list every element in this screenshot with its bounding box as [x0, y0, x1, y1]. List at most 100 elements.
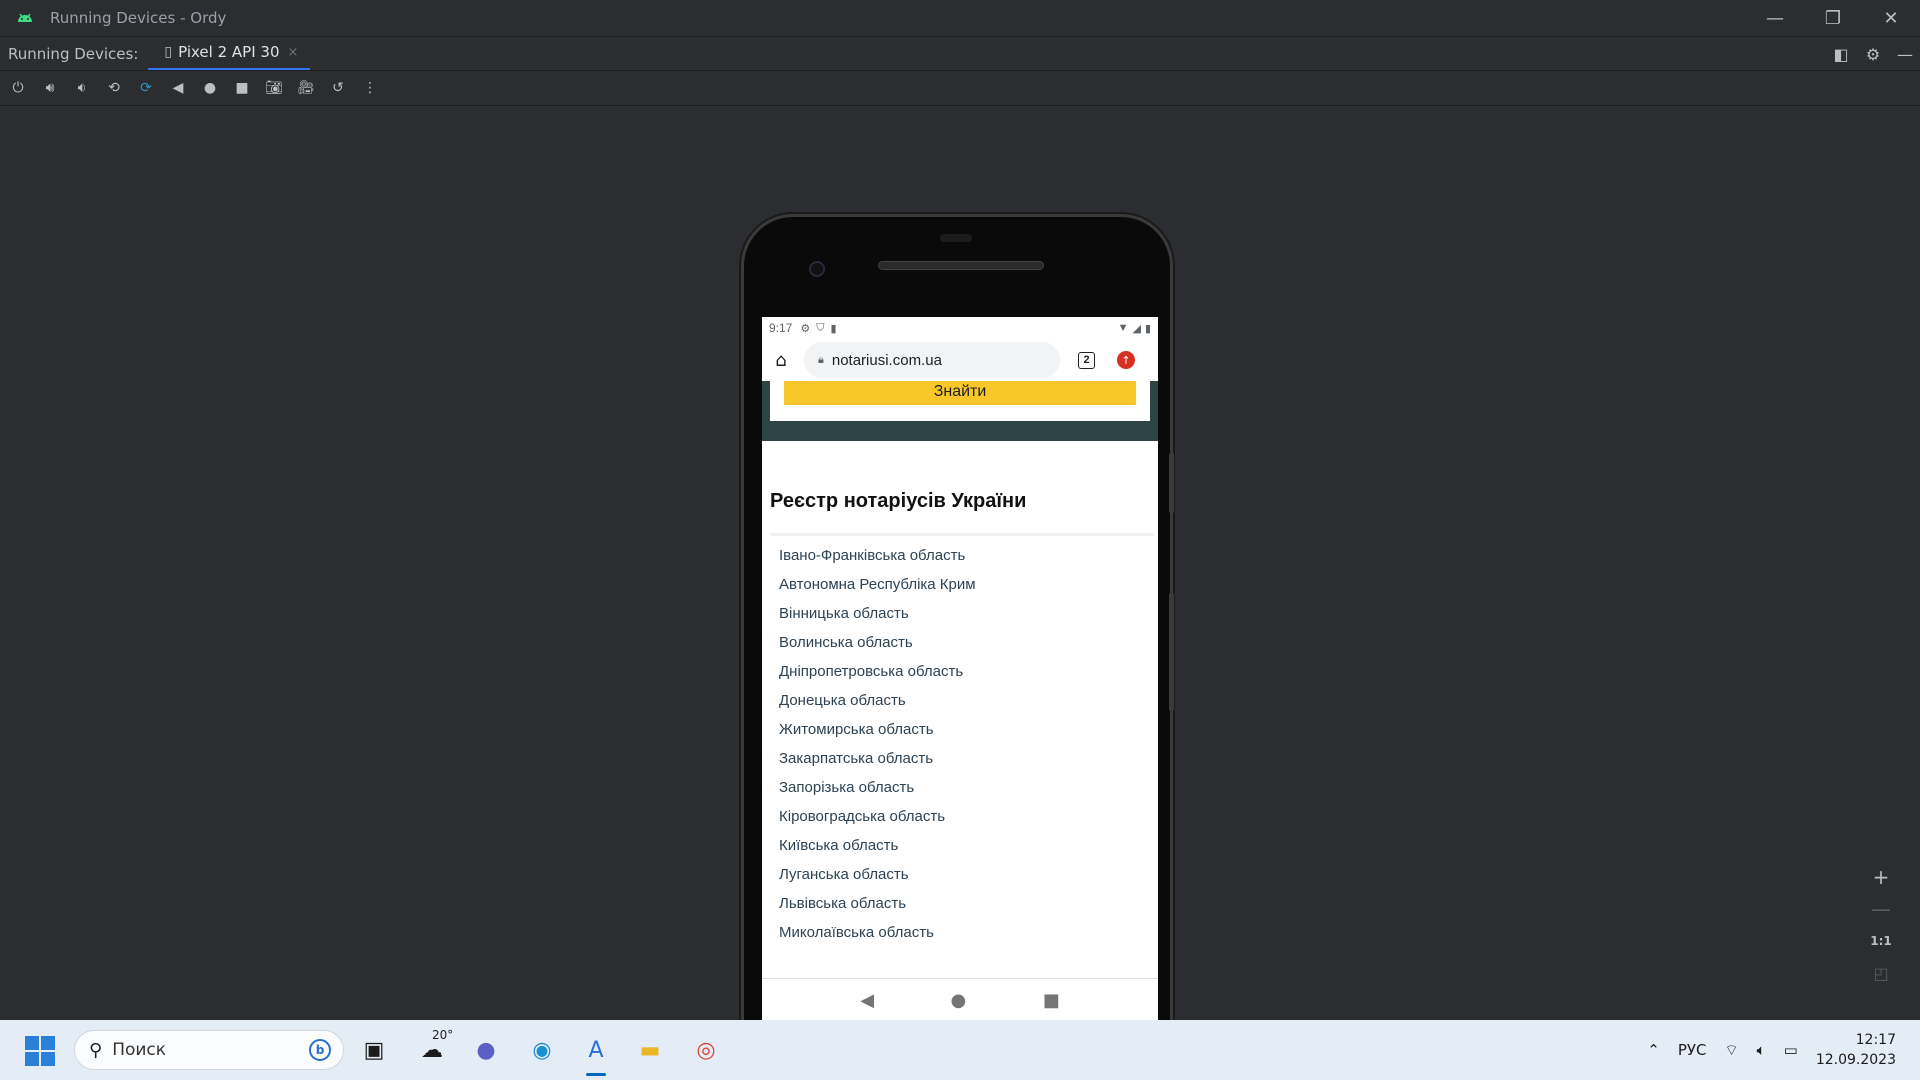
wifi-tray-icon[interactable]: ⌔	[1725, 1041, 1739, 1060]
power-side-button	[1169, 453, 1174, 513]
region-list: Івано-Франківська область Автономна Респ…	[762, 546, 1158, 952]
region-link[interactable]: Київська область	[779, 836, 1158, 865]
url-bar[interactable]: 🔒︎ notariusi.com.ua	[804, 342, 1060, 378]
home-icon[interactable]: ●	[200, 78, 220, 98]
search-placeholder: Поиск	[112, 1040, 167, 1060]
input-language[interactable]: РУС	[1678, 1041, 1707, 1059]
search-submit-button[interactable]: Знайти	[784, 381, 1136, 405]
lock-icon: 🔒︎	[818, 353, 824, 366]
taskbar-clock[interactable]: 12:17 12.09.2023	[1816, 1030, 1896, 1070]
zoom-in-button[interactable]: +	[1873, 865, 1890, 889]
phone-screen[interactable]: 9:17 ⚙ ⛉ ▮ ▼ ◢ ▮ ⌂ 🔒︎ notariusi.com.ua 2…	[762, 317, 1158, 1022]
battery-icon: ▮	[1144, 322, 1151, 335]
overview-icon[interactable]: ■	[232, 78, 252, 98]
earpiece-speaker	[878, 261, 1044, 270]
actual-size-button[interactable]: 1:1	[1870, 930, 1892, 952]
region-link[interactable]: Автономна Республіка Крим	[779, 575, 1158, 604]
fit-screen-icon[interactable]: ◰	[1873, 962, 1888, 984]
bing-icon[interactable]: b	[309, 1039, 331, 1061]
back-icon[interactable]: ◀	[168, 78, 188, 98]
region-link[interactable]: Луганська область	[779, 865, 1158, 894]
gear-icon[interactable]: ⚙	[1864, 45, 1882, 64]
chrome-browser-icon[interactable]: ◎	[688, 1032, 724, 1068]
registry-heading: Реєстр нотаріусів України	[770, 490, 1027, 512]
android-status-bar: 9:17 ⚙ ⛉ ▮ ▼ ◢ ▮	[762, 317, 1158, 339]
settings-notification-icon: ⚙	[800, 322, 811, 335]
layout-icon[interactable]: ◧	[1832, 45, 1850, 64]
edge-browser-icon[interactable]: ◉	[524, 1032, 560, 1068]
status-time: 9:17	[769, 321, 793, 335]
teams-chat-icon[interactable]: ●	[468, 1032, 504, 1068]
region-link[interactable]: Житомирська область	[779, 720, 1158, 749]
region-link[interactable]: Запорізька область	[779, 778, 1158, 807]
minimize-button[interactable]: —	[1746, 0, 1804, 36]
browser-home-icon[interactable]: ⌂	[770, 349, 792, 371]
zoom-out-button[interactable]: —	[1871, 897, 1891, 921]
reset-icon[interactable]: ↺	[328, 78, 348, 98]
web-page: Знайти Реєстр нотаріусів України Івано-Ф…	[762, 381, 1158, 958]
shield-notification-icon: ⛉	[816, 321, 825, 334]
android-studio-icon	[18, 13, 32, 22]
top-slot	[940, 234, 972, 242]
running-devices-label: Running Devices:	[8, 44, 139, 63]
task-view-icon[interactable]: ▣	[356, 1032, 392, 1068]
tab-close-icon[interactable]: ×	[288, 45, 299, 60]
title-bar: Running Devices - Ordy — ❐ ✕	[0, 0, 1920, 36]
restore-button[interactable]: ❐	[1804, 0, 1862, 36]
power-icon[interactable]: ⏻	[8, 78, 28, 98]
battery-tray-icon[interactable]: ▭	[1784, 1041, 1798, 1059]
clock-date: 12.09.2023	[1815, 1052, 1896, 1068]
nav-recents-icon[interactable]: ■	[1043, 990, 1060, 1011]
region-link[interactable]: Донецька область	[779, 691, 1158, 720]
weather-temperature: 20°	[432, 1028, 454, 1042]
nav-back-icon[interactable]: ◀	[860, 990, 874, 1011]
url-text: notariusi.com.ua	[831, 351, 942, 369]
rotate-right-icon[interactable]: ⟳	[136, 78, 156, 98]
system-tray: ⌃ РУС ⌔ 🔈︎ ▭ 12:17 12.09.2023	[1647, 1020, 1920, 1080]
window-title: Running Devices - Ordy	[50, 9, 227, 27]
android-studio-taskbar-icon[interactable]: A	[578, 1032, 614, 1076]
device-display-area: 9:17 ⚙ ⛉ ▮ ▼ ◢ ▮ ⌂ 🔒︎ notariusi.com.ua 2…	[0, 106, 1920, 1080]
chrome-update-icon[interactable]: ↑	[1117, 351, 1135, 369]
signal-icon: ◢	[1132, 322, 1141, 335]
taskbar-search[interactable]: ⚲ Поиск b	[74, 1030, 344, 1070]
search-hero-section: Знайти	[762, 381, 1158, 441]
camera-icon[interactable]: 📷︎	[264, 78, 284, 98]
file-explorer-icon[interactable]: ▬	[632, 1032, 668, 1068]
search-icon: ⚲	[89, 1039, 103, 1061]
volume-down-icon[interactable]: 🔉︎	[72, 78, 92, 98]
pixel-2-phone-frame: 9:17 ⚙ ⛉ ▮ ▼ ◢ ▮ ⌂ 🔒︎ notariusi.com.ua 2…	[741, 214, 1174, 1080]
tab-pixel-2-api-30[interactable]: ▯ Pixel 2 API 30 ×	[148, 37, 311, 71]
divider	[770, 533, 1154, 536]
volume-up-icon[interactable]: 🔊︎	[40, 78, 60, 98]
tab-switcher-button[interactable]: 2	[1078, 351, 1095, 369]
region-link[interactable]: Миколаївська область	[779, 923, 1158, 952]
region-link[interactable]: Івано-Франківська область	[779, 546, 1158, 575]
region-link[interactable]: Вінницька область	[779, 604, 1158, 633]
phone-device-icon: ▯	[164, 44, 173, 60]
emulator-toolbar: ⏻ 🔊︎ 🔉︎ ⟲ ⟳ ◀ ● ■ 📷︎ 🎥︎ ↺ ⋮	[0, 70, 1920, 106]
rotate-left-icon[interactable]: ⟲	[104, 78, 124, 98]
region-link[interactable]: Дніпропетровська область	[779, 662, 1158, 691]
android-nav-bar: ◀ ● ■	[762, 978, 1158, 1022]
volume-side-button	[1169, 593, 1174, 711]
region-link[interactable]: Кіровоградська область	[779, 807, 1158, 836]
region-link[interactable]: Львівська область	[779, 894, 1158, 923]
chrome-toolbar: ⌂ 🔒︎ notariusi.com.ua 2 ↑	[762, 339, 1158, 381]
speaker-tray-icon[interactable]: 🔈︎	[1757, 1041, 1766, 1059]
chevron-up-icon[interactable]: ⌃	[1647, 1041, 1660, 1059]
sd-card-notification-icon: ▮	[830, 322, 837, 335]
hide-panel-icon[interactable]: —	[1896, 45, 1914, 64]
tab-label: Pixel 2 API 30	[178, 43, 280, 61]
screen-record-icon[interactable]: 🎥︎	[296, 78, 316, 98]
close-window-button[interactable]: ✕	[1862, 0, 1920, 36]
zoom-controls: + — 1:1 ◰	[1864, 860, 1898, 990]
windows-taskbar: ⚲ Поиск b ▣ ☁ 20° ● ◉ A ▬ ◎ ⌃ РУС ⌔ 🔈︎ ▭…	[0, 1020, 1920, 1080]
region-link[interactable]: Волинська область	[779, 633, 1158, 662]
region-link[interactable]: Закарпатська область	[779, 749, 1158, 778]
front-camera	[809, 261, 825, 277]
nav-home-icon[interactable]: ●	[951, 990, 967, 1011]
more-options-icon[interactable]: ⋮	[360, 78, 380, 98]
clock-time: 12:17	[1855, 1032, 1896, 1048]
windows-start-button[interactable]	[25, 1036, 55, 1066]
